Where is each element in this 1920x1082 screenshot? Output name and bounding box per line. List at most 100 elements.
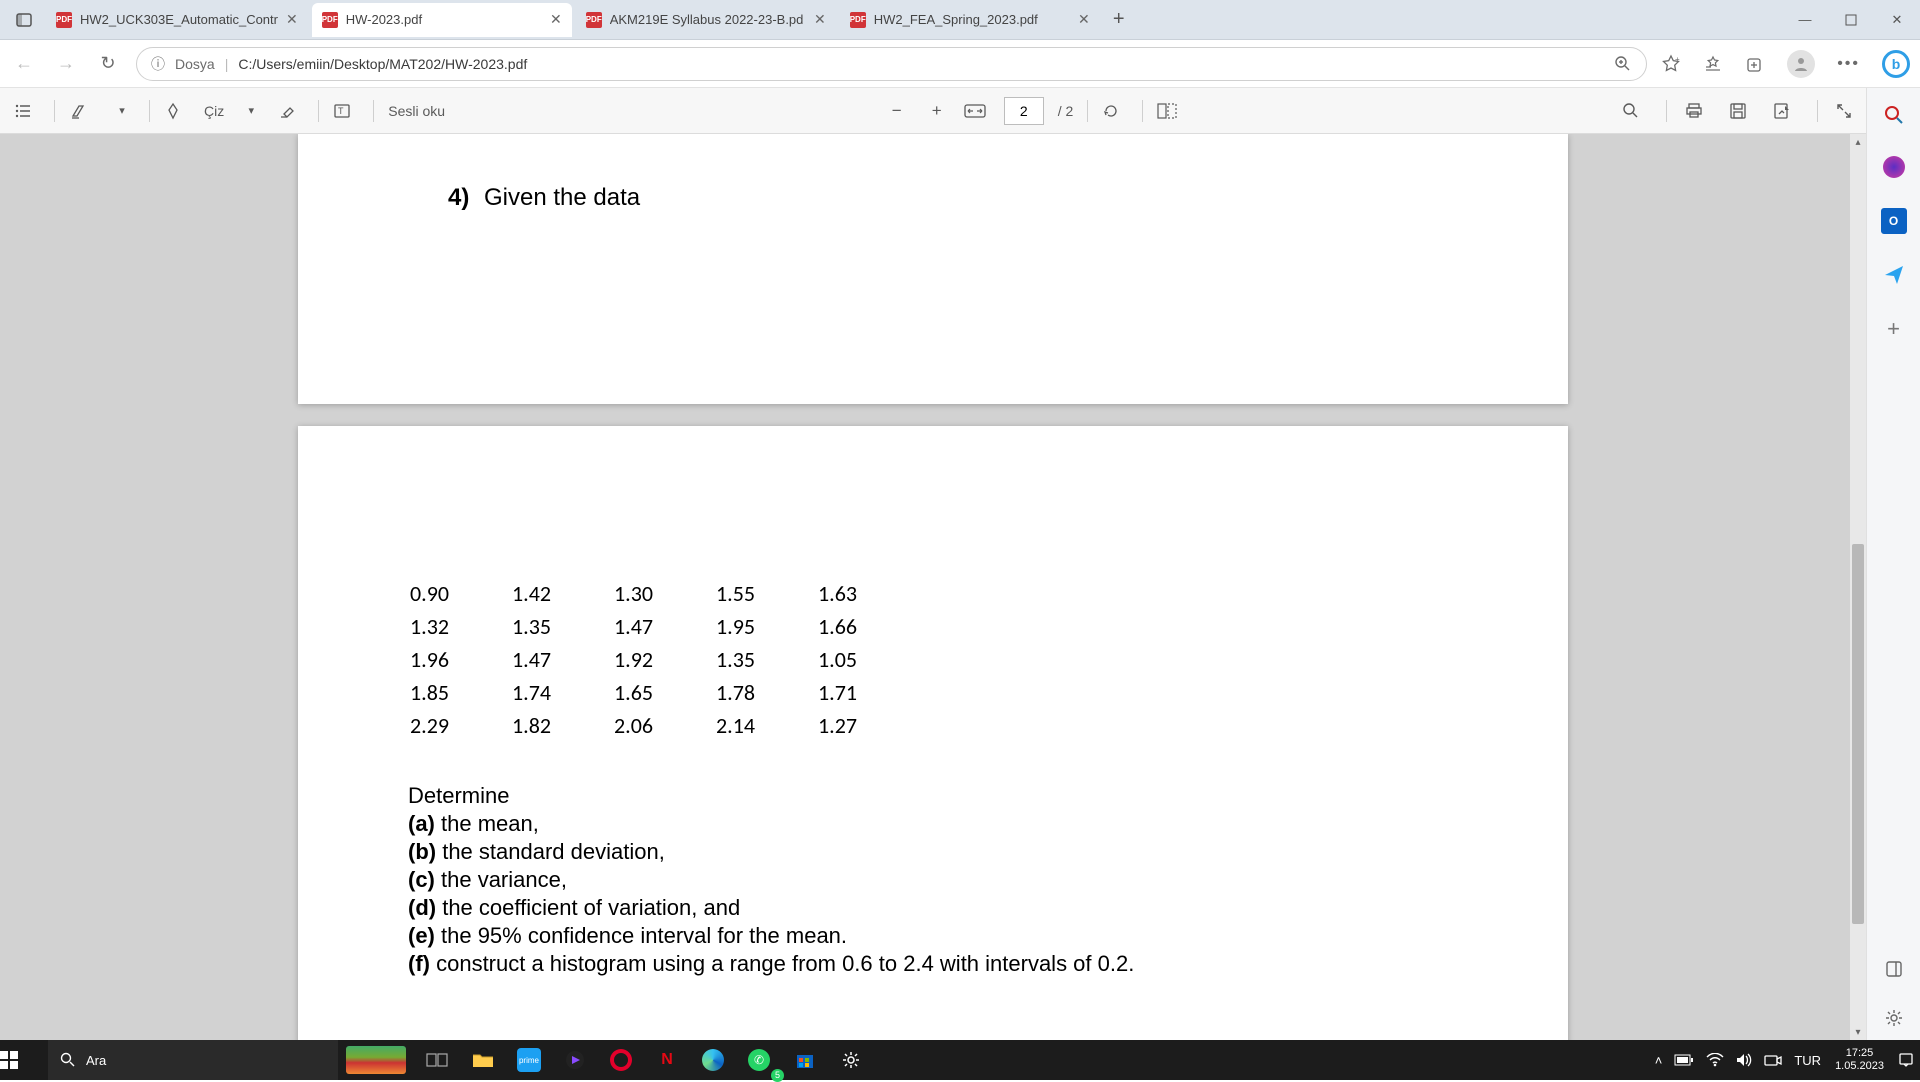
more-icon[interactable]: ••• — [1837, 55, 1860, 73]
minimize-button[interactable]: — — [1782, 0, 1828, 40]
chevron-down-icon[interactable]: ▾ — [238, 104, 264, 117]
favorite-icon[interactable]: + — [1661, 54, 1681, 74]
contents-icon[interactable] — [14, 102, 40, 120]
media-app-button[interactable] — [552, 1040, 598, 1080]
address-bar[interactable]: ⓘ Dosya | C:/Users/emiin/Desktop/MAT202/… — [136, 47, 1647, 81]
sidebar-copilot-icon[interactable] — [1883, 156, 1905, 178]
tray-expand-icon[interactable]: ˄ — [1649, 1053, 1669, 1068]
zoom-icon[interactable] — [1614, 55, 1632, 73]
sidebar-settings-icon[interactable] — [1884, 1008, 1904, 1028]
wifi-icon[interactable] — [1700, 1053, 1730, 1067]
tab-1[interactable]: PDF HW2_UCK303E_Automatic_Contr ✕ — [46, 3, 308, 37]
taskview-button[interactable] — [414, 1040, 460, 1080]
item-text: construct a histogram using a range from… — [436, 951, 1134, 976]
scrollbar[interactable]: ▴ ▾ — [1850, 134, 1866, 1040]
table-cell: 1.74 — [512, 677, 612, 708]
list-item: (b) the standard deviation, — [408, 839, 1418, 865]
taskbar-search[interactable]: Ara — [48, 1040, 338, 1080]
start-button[interactable] — [0, 1051, 48, 1069]
maximize-button[interactable] — [1828, 0, 1874, 40]
save-icon[interactable] — [1729, 102, 1755, 120]
item-label: (e) — [408, 923, 441, 948]
tab-overview-button[interactable] — [6, 6, 42, 34]
pdf-toolbar-right — [1622, 100, 1906, 122]
new-tab-button[interactable]: + — [1104, 8, 1134, 31]
whatsapp-button[interactable]: ✆ — [736, 1040, 782, 1080]
scroll-up-button[interactable]: ▴ — [1850, 134, 1866, 150]
settings-button[interactable] — [828, 1040, 874, 1080]
refresh-button[interactable]: ↻ — [94, 53, 122, 74]
edge-button[interactable] — [690, 1040, 736, 1080]
windows-taskbar: Ara prime N ✆ ˄ — [0, 1040, 1920, 1080]
highlight-icon[interactable] — [69, 102, 95, 120]
chevron-down-icon[interactable]: ▾ — [109, 104, 135, 117]
sidebar-send-icon[interactable] — [1883, 264, 1905, 286]
close-icon[interactable]: ✕ — [550, 11, 562, 28]
tab-3[interactable]: PDF AKM219E Syllabus 2022-23-B.pd ✕ — [576, 3, 836, 37]
taskbar-weather[interactable] — [338, 1040, 414, 1080]
volume-icon[interactable] — [1730, 1053, 1758, 1067]
bing-chat-button[interactable]: b — [1882, 50, 1910, 78]
opera-icon — [610, 1049, 632, 1071]
table-cell: 1.35 — [512, 611, 612, 642]
table-cell: 1.82 — [512, 710, 612, 741]
page-view-icon[interactable] — [1157, 103, 1183, 119]
sidebar-plus-icon[interactable]: + — [1887, 316, 1900, 342]
close-icon[interactable]: ✕ — [1078, 11, 1090, 28]
tab-2[interactable]: PDF HW-2023.pdf ✕ — [312, 3, 572, 37]
table-cell: 1.96 — [410, 644, 510, 675]
prime-video-button[interactable]: prime — [506, 1040, 552, 1080]
close-icon[interactable]: ✕ — [814, 11, 826, 28]
favorites-list-icon[interactable] — [1703, 54, 1723, 74]
tray-clock[interactable]: 17:25 1.05.2023 — [1827, 1047, 1892, 1073]
browser-tab-strip: PDF HW2_UCK303E_Automatic_Contr ✕ PDF HW… — [0, 0, 1920, 40]
fit-width-icon[interactable] — [964, 104, 990, 118]
battery-icon[interactable] — [1668, 1054, 1700, 1066]
sidebar-outlook-icon[interactable]: O — [1881, 208, 1907, 234]
separator — [1087, 100, 1088, 122]
find-icon[interactable] — [1622, 102, 1648, 120]
table-cell: 1.30 — [614, 578, 714, 609]
camera-icon[interactable] — [1758, 1053, 1788, 1067]
file-explorer-button[interactable] — [460, 1040, 506, 1080]
zoom-in-button[interactable]: + — [924, 101, 950, 121]
notifications-icon[interactable] — [1892, 1052, 1920, 1068]
opera-button[interactable] — [598, 1040, 644, 1080]
pdf-viewport[interactable]: 4) Given the data 0.901.421.301.551.631.… — [0, 134, 1866, 1040]
netflix-icon: N — [661, 1051, 673, 1069]
store-button[interactable] — [782, 1040, 828, 1080]
profile-icon[interactable] — [1787, 50, 1815, 78]
close-icon[interactable]: ✕ — [286, 11, 298, 28]
pdf-icon: PDF — [850, 12, 866, 28]
save-as-icon[interactable] — [1773, 102, 1799, 120]
read-aloud-button[interactable]: Sesli oku — [388, 103, 445, 119]
page-number-input[interactable] — [1004, 97, 1044, 125]
draw-pen-icon[interactable] — [164, 102, 190, 120]
item-text: the coefficient of variation, and — [442, 895, 740, 920]
window-controls: — ✕ — [1782, 0, 1920, 40]
fullscreen-icon[interactable] — [1836, 103, 1862, 119]
item-text: the standard deviation, — [442, 839, 665, 864]
sidebar-collapse-icon[interactable] — [1885, 960, 1903, 978]
item-text: the variance, — [441, 867, 567, 892]
table-row: 2.291.822.062.141.27 — [410, 710, 918, 741]
netflix-button[interactable]: N — [644, 1040, 690, 1080]
scroll-thumb[interactable] — [1852, 544, 1864, 924]
sidebar-search-icon[interactable] — [1883, 104, 1905, 126]
collections-icon[interactable] — [1745, 54, 1765, 74]
zoom-out-button[interactable]: − — [884, 101, 910, 121]
edge-icon — [702, 1049, 724, 1071]
tab-4[interactable]: PDF HW2_FEA_Spring_2023.pdf ✕ — [840, 3, 1100, 37]
erase-icon[interactable] — [278, 102, 304, 120]
back-button[interactable]: ← — [10, 53, 38, 74]
print-icon[interactable] — [1685, 102, 1711, 120]
close-button[interactable]: ✕ — [1874, 0, 1920, 40]
table-cell: 2.29 — [410, 710, 510, 741]
forward-button[interactable]: → — [52, 53, 80, 74]
text-icon[interactable]: T — [333, 102, 359, 120]
scroll-down-button[interactable]: ▾ — [1850, 1024, 1866, 1040]
determine-label: Determine — [408, 783, 1418, 809]
tray-language[interactable]: TUR — [1788, 1053, 1827, 1068]
rotate-icon[interactable] — [1102, 102, 1128, 120]
draw-label[interactable]: Çiz — [204, 103, 224, 119]
